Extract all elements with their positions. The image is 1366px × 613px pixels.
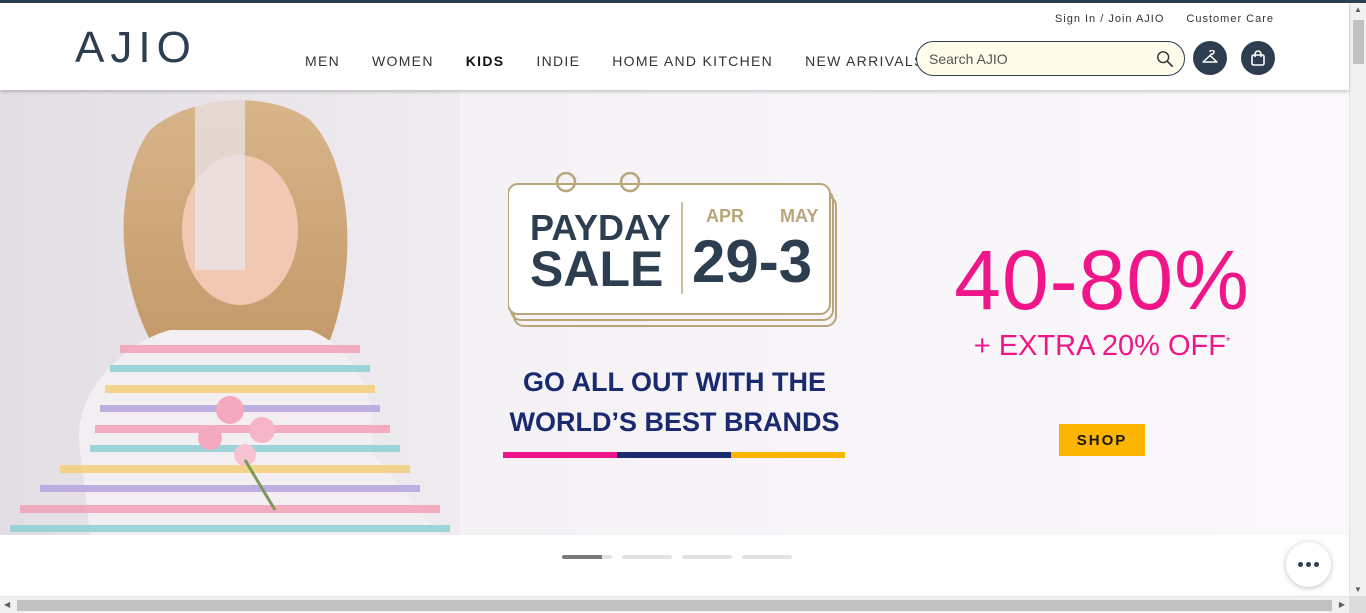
hero-model-image	[0, 90, 460, 535]
scroll-up-arrow-icon[interactable]: ▲	[1354, 5, 1362, 14]
dot-icon	[1314, 562, 1319, 567]
scroll-down-arrow-icon[interactable]: ▼	[1354, 585, 1362, 594]
sign-in-link[interactable]: Sign In / Join AJIO	[1055, 13, 1165, 25]
nav-item-men[interactable]: MEN	[305, 53, 340, 69]
bag-button[interactable]	[1241, 41, 1275, 75]
carousel-dot-3[interactable]	[682, 555, 732, 559]
nav-item-kids[interactable]: KIDS	[466, 53, 505, 69]
main-nav: MEN WOMEN KIDS INDIE HOME AND KITCHEN NE…	[305, 53, 925, 69]
banner-tagline: GO ALL OUT WITH THE WORLD’S BEST BRANDS	[502, 362, 847, 442]
nav-item-indie[interactable]: INDIE	[536, 53, 580, 69]
shop-button[interactable]: SHOP	[1059, 424, 1145, 456]
carousel-indicators	[562, 555, 792, 559]
ajio-logo[interactable]: AJIO	[75, 23, 197, 73]
site-header: AJIO Sign In / Join AJIO Customer Care M…	[0, 3, 1349, 90]
payday-sale-calendar: PAYDAY SALE APR MAY 29-3	[508, 172, 837, 327]
sale-dates: 29-3	[692, 228, 812, 295]
tricolor-stripe	[503, 452, 845, 458]
vertical-scroll-thumb[interactable]	[1353, 20, 1364, 64]
utility-links: Sign In / Join AJIO Customer Care	[1055, 13, 1274, 25]
tagline-line2: WORLD’S BEST BRANDS	[509, 407, 840, 437]
scroll-right-arrow-icon[interactable]: ▶	[1339, 600, 1345, 609]
hanger-icon	[1202, 50, 1218, 63]
month-end: MAY	[780, 206, 818, 226]
shopping-bag-icon	[1251, 49, 1265, 66]
horizontal-scroll-thumb[interactable]	[17, 600, 1332, 611]
carousel-dot-1[interactable]	[562, 555, 612, 559]
nav-item-new-arrivals[interactable]: NEW ARRIVALS	[805, 53, 925, 69]
wishlist-button[interactable]	[1193, 41, 1227, 75]
extra-offer-mark: *	[1225, 335, 1231, 348]
scrollbar-corner	[1349, 596, 1366, 613]
scroll-left-arrow-icon[interactable]: ◀	[4, 600, 10, 609]
search-icon[interactable]	[1156, 50, 1174, 68]
dot-icon	[1298, 562, 1303, 567]
sale-line2: SALE	[530, 241, 663, 297]
vertical-scrollbar[interactable]: ▲ ▼	[1349, 3, 1366, 596]
nav-item-home-and-kitchen[interactable]: HOME AND KITCHEN	[612, 53, 773, 69]
carousel-dot-2[interactable]	[622, 555, 672, 559]
search-box	[916, 41, 1185, 76]
nav-item-women[interactable]: WOMEN	[372, 53, 434, 69]
stripe-pink	[503, 452, 617, 458]
hero-banner[interactable]: PAYDAY SALE APR MAY 29-3 GO ALL OUT WITH…	[0, 90, 1349, 535]
search-input[interactable]	[929, 50, 1156, 67]
extra-offer-text: + EXTRA 20% OFF	[973, 330, 1226, 362]
discount-range: 40-80%	[954, 233, 1250, 327]
extra-offer: + EXTRA 20% OFF*	[928, 330, 1276, 363]
tagline-line1: GO ALL OUT WITH THE	[523, 367, 826, 397]
customer-care-link[interactable]: Customer Care	[1186, 13, 1274, 25]
dot-icon	[1306, 562, 1311, 567]
more-options-button[interactable]	[1286, 542, 1331, 587]
month-start: APR	[706, 206, 744, 226]
stripe-navy	[617, 452, 731, 458]
stripe-yellow	[731, 452, 845, 458]
horizontal-scrollbar[interactable]: ◀ ▶	[0, 596, 1349, 613]
carousel-dot-4[interactable]	[742, 555, 792, 559]
